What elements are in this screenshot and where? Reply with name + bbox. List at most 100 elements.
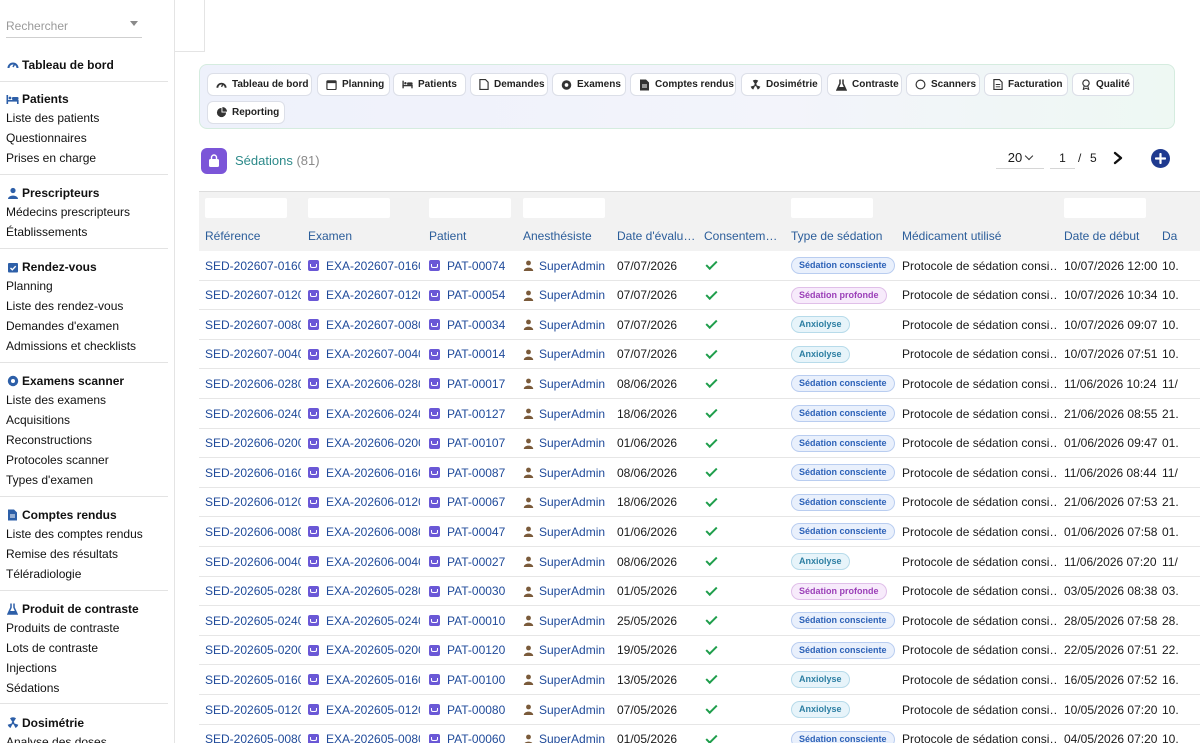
patient-link[interactable]: PAT-00087 (447, 466, 505, 480)
sidebar-item[interactable]: Reconstructions (0, 430, 168, 450)
anesthesist-link[interactable]: SuperAdmin (539, 377, 605, 391)
table-row[interactable]: SED-202607-0160 EXA-202607-0160 PAT-00074 S… (199, 251, 1200, 281)
table-row[interactable]: SED-202607-0080 EXA-202607-0080 PAT-00034 S… (199, 310, 1200, 340)
table-row[interactable]: SED-202605-0160 EXA-202605-0160 PAT-00100 S… (199, 665, 1200, 695)
sidebar-item[interactable]: Lots de contraste (0, 638, 168, 658)
current-page-input[interactable]: 1 (1050, 147, 1075, 169)
patient-link[interactable]: PAT-00030 (447, 584, 505, 598)
next-page-button[interactable] (1110, 150, 1126, 166)
column-filter-input[interactable] (205, 198, 287, 218)
column-filter-input[interactable] (308, 198, 390, 218)
reference-link[interactable]: SED-202605-0280 (205, 577, 301, 606)
table-row[interactable]: SED-202606-0080 EXA-202606-0080 PAT-00047 S… (199, 517, 1200, 547)
reference-link[interactable]: SED-202605-0120 (205, 695, 301, 724)
tab[interactable]: Reporting (207, 101, 285, 124)
anesthesist-link[interactable]: SuperAdmin (539, 584, 605, 598)
sidebar-item[interactable]: Demandes d'examen (0, 316, 168, 336)
sidebar-section-header[interactable]: Comptes rendus (0, 506, 168, 524)
exam-link[interactable]: EXA-202606-0080 (326, 525, 420, 539)
column-header[interactable]: Date d'évalu… (617, 229, 699, 243)
exam-link[interactable]: EXA-202605-0280 (326, 584, 420, 598)
table-row[interactable]: SED-202606-0200 EXA-202606-0200 PAT-00107 S… (199, 429, 1200, 459)
column-header[interactable]: Date de début (1064, 229, 1159, 243)
exam-link[interactable]: EXA-202605-0160 (326, 673, 420, 687)
table-row[interactable]: SED-202605-0280 EXA-202605-0280 PAT-00030 S… (199, 577, 1200, 607)
page-size-select[interactable]: 20 (996, 147, 1044, 169)
reference-link[interactable]: SED-202606-0040 (205, 547, 301, 576)
column-header[interactable]: Consenteme… (704, 229, 784, 243)
table-row[interactable]: SED-202605-0080 EXA-202605-0080 PAT-00060 S… (199, 725, 1200, 743)
tab[interactable]: Examens (552, 73, 626, 96)
patient-link[interactable]: PAT-00034 (447, 318, 505, 332)
reference-link[interactable]: SED-202605-0160 (205, 665, 301, 694)
sidebar-section-header[interactable]: Dosimétrie (0, 714, 168, 732)
exam-link[interactable]: EXA-202607-0120 (326, 288, 420, 302)
tab[interactable]: Planning (317, 73, 390, 96)
patient-link[interactable]: PAT-00080 (447, 703, 505, 717)
exam-link[interactable]: EXA-202605-0080 (326, 732, 420, 743)
table-row[interactable]: SED-202607-0120 EXA-202607-0120 PAT-00054 S… (199, 281, 1200, 311)
exam-link[interactable]: EXA-202605-0120 (326, 703, 420, 717)
column-header[interactable]: Type de sédation (791, 229, 896, 243)
anesthesist-link[interactable]: SuperAdmin (539, 347, 605, 361)
sidebar-item[interactable]: Prises en charge (0, 148, 168, 168)
column-header[interactable]: Patient (429, 229, 517, 243)
exam-link[interactable]: EXA-202607-0080 (326, 318, 420, 332)
anesthesist-link[interactable]: SuperAdmin (539, 614, 605, 628)
tab[interactable]: Qualité (1072, 73, 1134, 96)
reference-link[interactable]: SED-202606-0200 (205, 429, 301, 458)
column-header[interactable]: Anesthésiste (523, 229, 611, 243)
anesthesist-link[interactable]: SuperAdmin (539, 407, 605, 421)
reference-link[interactable]: SED-202606-0160 (205, 458, 301, 487)
table-row[interactable]: SED-202605-0240 EXA-202605-0240 PAT-00010 S… (199, 606, 1200, 636)
table-row[interactable]: SED-202606-0240 EXA-202606-0240 PAT-00127 S… (199, 399, 1200, 429)
sidebar-item[interactable]: Planning (0, 276, 168, 296)
sidebar-item[interactable]: Questionnaires (0, 128, 168, 148)
anesthesist-link[interactable]: SuperAdmin (539, 673, 605, 687)
sidebar-item[interactable]: Sédations (0, 678, 168, 698)
anesthesist-link[interactable]: SuperAdmin (539, 466, 605, 480)
sidebar-item[interactable]: Liste des comptes rendus (0, 524, 168, 544)
exam-link[interactable]: EXA-202606-0160 (326, 466, 420, 480)
sidebar-item[interactable]: Protocoles scanner (0, 450, 168, 470)
sidebar-section-header[interactable]: Prescripteurs (0, 184, 168, 202)
reference-link[interactable]: SED-202607-0120 (205, 281, 301, 310)
tab[interactable]: Dosimétrie (741, 73, 822, 96)
exam-link[interactable]: EXA-202605-0200 (326, 643, 420, 657)
column-header[interactable]: Examen (308, 229, 420, 243)
column-filter-input[interactable] (1064, 198, 1146, 218)
exam-link[interactable]: EXA-202607-0160 (326, 259, 420, 273)
column-header[interactable]: Médicament utilisé (902, 229, 1057, 243)
sidebar-item[interactable]: Acquisitions (0, 410, 168, 430)
reference-link[interactable]: SED-202606-0080 (205, 517, 301, 546)
patient-link[interactable]: PAT-00067 (447, 495, 505, 509)
column-header[interactable]: Référence (205, 229, 301, 243)
sidebar-section-header[interactable]: Produit de contraste (0, 600, 168, 618)
sidebar-section-header[interactable]: Rendez-vous (0, 258, 168, 276)
anesthesist-link[interactable]: SuperAdmin (539, 555, 605, 569)
exam-link[interactable]: EXA-202607-0040 (326, 347, 420, 361)
patient-link[interactable]: PAT-00027 (447, 555, 505, 569)
table-row[interactable]: SED-202605-0200 EXA-202605-0200 PAT-00120 S… (199, 636, 1200, 666)
reference-link[interactable]: SED-202606-0280 (205, 369, 301, 398)
sidebar-item[interactable]: Admissions et checklists (0, 336, 168, 356)
table-row[interactable]: SED-202606-0120 EXA-202606-0120 PAT-00067 S… (199, 488, 1200, 518)
anesthesist-link[interactable]: SuperAdmin (539, 318, 605, 332)
reference-link[interactable]: SED-202605-0240 (205, 606, 301, 635)
sidebar-section-header[interactable]: Examens scanner (0, 372, 168, 390)
patient-link[interactable]: PAT-00060 (447, 732, 505, 743)
sidebar-section-header[interactable]: Patients (0, 90, 168, 108)
table-row[interactable]: SED-202606-0160 EXA-202606-0160 PAT-00087 S… (199, 458, 1200, 488)
sidebar-item[interactable]: Injections (0, 658, 168, 678)
reference-link[interactable]: SED-202606-0240 (205, 399, 301, 428)
patient-link[interactable]: PAT-00014 (447, 347, 505, 361)
patient-link[interactable]: PAT-00010 (447, 614, 505, 628)
tab[interactable]: Demandes (470, 73, 548, 96)
sidebar-item[interactable]: Téléradiologie (0, 564, 168, 584)
sidebar-item[interactable]: Liste des examens (0, 390, 168, 410)
sidebar-item[interactable]: Types d'examen (0, 470, 168, 490)
table-row[interactable]: SED-202607-0040 EXA-202607-0040 PAT-00014 S… (199, 340, 1200, 370)
sidebar-item[interactable]: Liste des rendez-vous (0, 296, 168, 316)
anesthesist-link[interactable]: SuperAdmin (539, 436, 605, 450)
reference-link[interactable]: SED-202605-0080 (205, 725, 301, 743)
